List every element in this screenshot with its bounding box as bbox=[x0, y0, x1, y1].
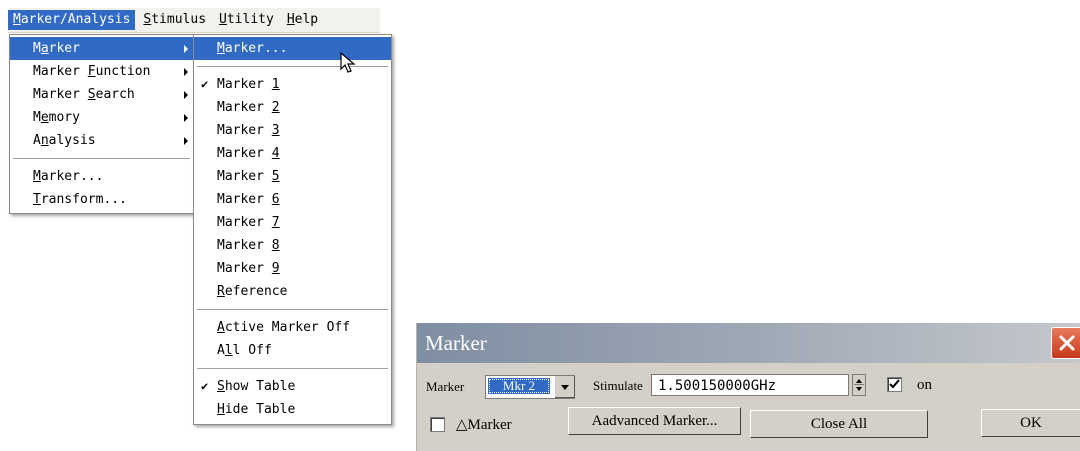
menu-separator bbox=[13, 158, 190, 159]
stimulate-spinner[interactable] bbox=[852, 374, 866, 396]
marker-analysis-dropdown: Marker Marker Function Marker Search Mem… bbox=[9, 34, 194, 214]
submenu-item-active-marker-off[interactable]: Active Marker Off bbox=[194, 316, 391, 339]
menu-item-marker-search[interactable]: Marker Search bbox=[10, 83, 193, 106]
marker-label: Marker bbox=[426, 379, 465, 394]
menu-help[interactable]: Help bbox=[282, 10, 323, 30]
submenu-item-marker-6[interactable]: Marker 6 bbox=[194, 188, 391, 211]
checkmark-icon bbox=[889, 379, 900, 389]
submenu-item-marker-9[interactable]: Marker 9 bbox=[194, 257, 391, 280]
menu-item-memory[interactable]: Memory bbox=[10, 106, 193, 129]
stimulate-label: Stimulate bbox=[593, 378, 643, 393]
dialog-titlebar[interactable]: Marker bbox=[417, 323, 1080, 363]
menu-utility[interactable]: Utility bbox=[214, 10, 279, 30]
mouse-cursor-icon bbox=[340, 52, 356, 73]
submenu-item-all-off[interactable]: All Off bbox=[194, 339, 391, 362]
close-button[interactable] bbox=[1051, 327, 1080, 359]
submenu-item-marker-8[interactable]: Marker 8 bbox=[194, 234, 391, 257]
submenu-arrow-icon bbox=[184, 137, 188, 145]
check-icon: ✔ bbox=[201, 77, 209, 91]
menu-separator bbox=[197, 368, 388, 369]
marker-select[interactable]: Mkr 2 bbox=[485, 375, 575, 399]
menu-separator bbox=[197, 309, 388, 310]
marker-submenu: Marker... ✔ Marker 1 Marker 2 Marker 3 Ma… bbox=[193, 34, 392, 425]
submenu-item-reference[interactable]: Reference bbox=[194, 280, 391, 303]
marker-select-value: Mkr 2 bbox=[488, 378, 550, 394]
dialog-title: Marker bbox=[425, 331, 487, 355]
submenu-item-show-table[interactable]: ✔ Show Table bbox=[194, 375, 391, 398]
submenu-item-marker-4[interactable]: Marker 4 bbox=[194, 142, 391, 165]
submenu-item-hide-table[interactable]: Hide Table bbox=[194, 398, 391, 421]
submenu-item-marker-2[interactable]: Marker 2 bbox=[194, 96, 391, 119]
delta-marker-checkbox[interactable] bbox=[430, 417, 445, 432]
menu-item-marker-function[interactable]: Marker Function bbox=[10, 60, 193, 83]
spin-down-icon bbox=[856, 387, 862, 391]
menu-stimulus[interactable]: Stimulus bbox=[138, 10, 211, 30]
chevron-down-icon[interactable] bbox=[554, 376, 575, 398]
menu-item-analysis[interactable]: Analysis bbox=[10, 129, 193, 152]
on-checkbox[interactable] bbox=[887, 377, 902, 392]
submenu-item-marker-1[interactable]: ✔ Marker 1 bbox=[194, 73, 391, 96]
submenu-item-marker-7[interactable]: Marker 7 bbox=[194, 211, 391, 234]
submenu-item-marker-dialog[interactable]: Marker... bbox=[194, 37, 391, 60]
menu-item-marker-dialog[interactable]: Marker... bbox=[10, 165, 193, 188]
spin-up-icon bbox=[856, 379, 862, 383]
close-icon bbox=[1059, 335, 1075, 351]
submenu-arrow-icon bbox=[184, 68, 188, 76]
stimulate-input[interactable]: 1.500150000GHz bbox=[651, 374, 849, 396]
close-all-button[interactable]: Close All bbox=[750, 410, 928, 438]
menu-marker-analysis[interactable]: Marker/Analysis bbox=[8, 10, 136, 30]
submenu-arrow-icon bbox=[184, 114, 188, 122]
delta-marker-label: △Marker bbox=[456, 417, 512, 433]
menu-bar: Marker/Analysis Stimulus Utility Help bbox=[8, 8, 380, 33]
marker-dialog: Marker Marker Mkr 2 Stimulate 1.50015000… bbox=[416, 323, 1080, 451]
menu-item-transform[interactable]: Transform... bbox=[10, 188, 193, 211]
check-icon: ✔ bbox=[201, 379, 209, 393]
ok-button[interactable]: OK bbox=[981, 409, 1080, 437]
submenu-item-marker-3[interactable]: Marker 3 bbox=[194, 119, 391, 142]
menu-item-marker[interactable]: Marker bbox=[10, 37, 193, 60]
submenu-arrow-icon bbox=[184, 45, 188, 53]
on-label: on bbox=[917, 377, 932, 393]
submenu-item-marker-5[interactable]: Marker 5 bbox=[194, 165, 391, 188]
advanced-marker-button[interactable]: Aadvanced Marker... bbox=[568, 407, 741, 435]
submenu-arrow-icon bbox=[184, 91, 188, 99]
